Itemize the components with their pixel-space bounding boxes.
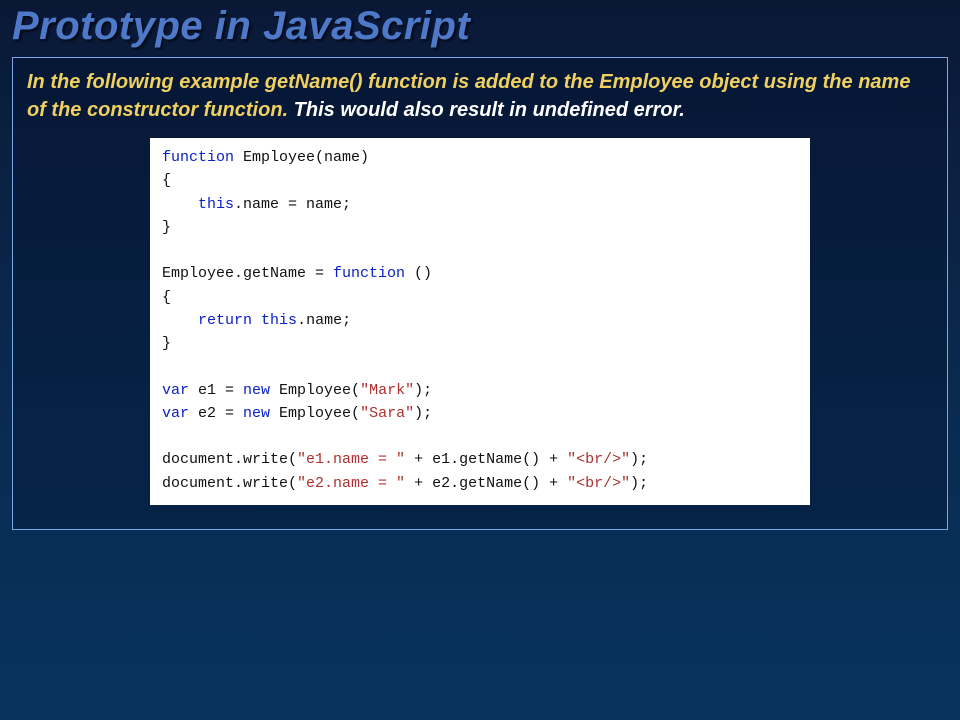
code-text: .name = name; [234,196,351,213]
code-keyword: function [333,265,405,282]
code-text: e2 = [189,405,243,422]
code-text: .name; [297,312,351,329]
code-text: + e2.getName() + [405,475,567,492]
code-keyword: new [243,405,270,422]
explanation-text: In the following example getName() funct… [27,68,933,124]
code-string: "Sara" [360,405,414,422]
code-text: ); [414,405,432,422]
code-string: "<br/>" [567,475,630,492]
code-keyword: this [198,196,234,213]
code-text: { [162,172,171,189]
code-keyword: return [198,312,252,329]
code-text: } [162,219,171,236]
code-string: "Mark" [360,382,414,399]
code-text [162,312,198,329]
code-keyword: this [261,312,297,329]
code-text: Employee( [270,382,360,399]
code-keyword: new [243,382,270,399]
code-text: ); [414,382,432,399]
code-text: + e1.getName() + [405,451,567,468]
code-text: } [162,335,171,352]
code-string: "e2.name = " [297,475,405,492]
code-text: Employee(name) [234,149,369,166]
slide-title: Prototype in JavaScript [0,0,960,57]
code-string: "<br/>" [567,451,630,468]
code-text: e1 = [189,382,243,399]
content-box: In the following example getName() funct… [12,57,948,530]
code-text: ); [630,451,648,468]
code-keyword: var [162,382,189,399]
code-keyword: function [162,149,234,166]
code-text: { [162,289,171,306]
code-keyword: var [162,405,189,422]
code-text: document.write( [162,475,297,492]
code-text: Employee.getName = [162,265,333,282]
explanation-plain: This would also result in undefined erro… [288,99,685,121]
code-sample: function Employee(name) { this.name = na… [150,138,810,505]
code-text: ); [630,475,648,492]
code-string: "e1.name = " [297,451,405,468]
code-text [162,196,198,213]
code-text: document.write( [162,451,297,468]
code-text: Employee( [270,405,360,422]
code-text: () [405,265,432,282]
code-text [252,312,261,329]
